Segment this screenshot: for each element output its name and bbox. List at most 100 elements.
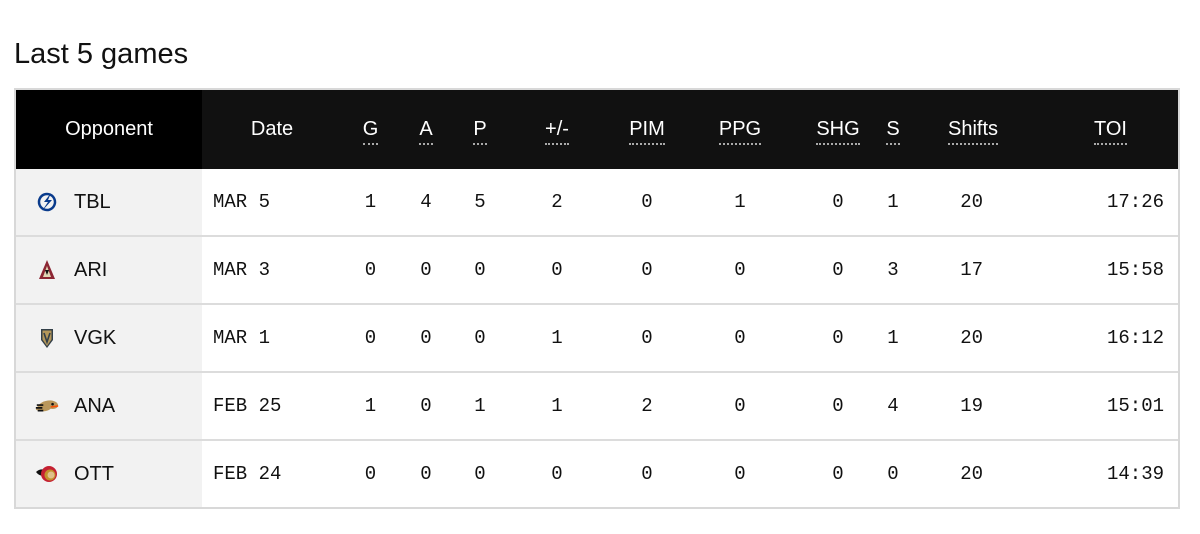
col-opponent: Opponent <box>16 90 202 169</box>
pim-value: 0 <box>607 235 687 304</box>
col-shifts[interactable]: Shifts <box>903 90 1043 169</box>
col-goals-label: G <box>362 118 379 145</box>
shg-value: 0 <box>793 303 883 372</box>
col-assists-label: A <box>419 118 433 145</box>
pim-value: 2 <box>607 371 687 440</box>
team-abbr: ANA <box>74 394 116 417</box>
opponent-cell: ANA <box>16 371 202 440</box>
col-plus-minus-label: +/- <box>545 118 569 145</box>
opponent-cell: OTT <box>16 439 202 507</box>
points-value: 0 <box>453 235 507 304</box>
shifts-value: 20 <box>903 439 1043 507</box>
col-shots-label: S <box>886 118 900 145</box>
col-points-label: P <box>473 118 487 145</box>
team-abbr: VGK <box>74 326 117 349</box>
senators-logo-icon <box>34 461 60 487</box>
game-date: FEB 25 <box>202 371 342 440</box>
opponent-cell: TBL <box>16 169 202 236</box>
table-row: VGK MAR 1 0 0 0 1 0 0 0 1 20 16:12 <box>16 303 1178 372</box>
toi-value: 15:58 <box>1043 235 1178 304</box>
team-abbr: OTT <box>74 462 114 485</box>
team-abbr: TBL <box>74 190 111 213</box>
col-ppg[interactable]: PPG <box>687 90 793 169</box>
game-date: MAR 1 <box>202 303 342 372</box>
section-title: Last 5 games <box>14 38 189 70</box>
assists-value: 0 <box>399 439 453 507</box>
col-assists[interactable]: A <box>399 90 453 169</box>
header-row: Opponent Date G A P +/- PIM PPG SHG S Sh… <box>16 90 1178 169</box>
col-plus-minus[interactable]: +/- <box>507 90 607 169</box>
table-row: ANA FEB 25 1 0 1 1 2 0 0 4 19 15:01 <box>16 371 1178 440</box>
plus-minus-value: 2 <box>551 191 563 213</box>
plus-minus-value: 1 <box>507 371 607 440</box>
golden-knights-logo-icon <box>34 325 60 351</box>
points-value: 5 <box>474 191 486 213</box>
col-pim[interactable]: PIM <box>607 90 687 169</box>
game-date: MAR 5 <box>213 191 271 213</box>
col-goals[interactable]: G <box>342 90 399 169</box>
goals-value: 0 <box>342 439 399 507</box>
shifts-value: 20 <box>903 303 1043 372</box>
col-shg[interactable]: SHG <box>793 90 883 169</box>
plus-minus-value: 0 <box>507 235 607 304</box>
lightning-logo-icon <box>34 189 60 215</box>
shg-value: 0 <box>793 439 883 507</box>
ppg-value: 0 <box>687 235 793 304</box>
table-row: TBL MAR 5 1 4 5 2 0 1 0 1 20 17:26 <box>16 169 1178 236</box>
pim-value: 0 <box>607 439 687 507</box>
toi-value: 14:39 <box>1043 439 1178 507</box>
game-date: MAR 3 <box>202 235 342 304</box>
shots-value: 1 <box>883 303 903 372</box>
shots-value: 1 <box>887 191 899 213</box>
toi-value: 16:12 <box>1043 303 1178 372</box>
assists-value: 0 <box>399 303 453 372</box>
shifts-value: 19 <box>903 371 1043 440</box>
pim-value: 0 <box>607 303 687 372</box>
shg-value: 0 <box>793 235 883 304</box>
assists-value: 0 <box>399 371 453 440</box>
goals-value: 1 <box>342 371 399 440</box>
game-date: FEB 24 <box>202 439 342 507</box>
plus-minus-value: 1 <box>507 303 607 372</box>
assists-value: 0 <box>399 235 453 304</box>
ppg-value: 1 <box>734 191 746 213</box>
points-value: 0 <box>453 303 507 372</box>
points-value: 0 <box>453 439 507 507</box>
shots-value: 3 <box>883 235 903 304</box>
shg-value: 0 <box>832 191 844 213</box>
col-toi[interactable]: TOI <box>1043 90 1178 169</box>
col-pim-label: PIM <box>629 118 665 145</box>
last-games-table: Opponent Date G A P +/- PIM PPG SHG S Sh… <box>14 88 1180 509</box>
ppg-value: 0 <box>687 439 793 507</box>
ducks-logo-icon <box>34 393 60 419</box>
goals-value: 0 <box>342 235 399 304</box>
goals-value: 0 <box>342 303 399 372</box>
col-ppg-label: PPG <box>718 118 762 145</box>
ppg-value: 0 <box>687 303 793 372</box>
opponent-cell: ARI <box>16 235 202 304</box>
assists-value: 4 <box>420 191 432 213</box>
col-shifts-label: Shifts <box>947 118 999 145</box>
toi-value: 17:26 <box>1106 191 1164 213</box>
pim-value: 0 <box>641 191 653 213</box>
shg-value: 0 <box>793 371 883 440</box>
goals-value: 1 <box>364 191 377 213</box>
col-shots[interactable]: S <box>883 90 903 169</box>
shifts-value: 20 <box>960 191 983 213</box>
points-value: 1 <box>453 371 507 440</box>
opponent-cell: VGK <box>16 303 202 372</box>
shifts-value: 17 <box>903 235 1043 304</box>
col-shg-label: SHG <box>816 118 860 145</box>
col-toi-label: TOI <box>1094 118 1127 145</box>
shots-value: 4 <box>883 371 903 440</box>
plus-minus-value: 0 <box>507 439 607 507</box>
col-date: Date <box>202 90 342 169</box>
table-row: ARI MAR 3 0 0 0 0 0 0 0 3 17 15:58 <box>16 235 1178 304</box>
coyotes-logo-icon <box>34 257 60 283</box>
col-points[interactable]: P <box>453 90 507 169</box>
team-abbr: ARI <box>74 258 108 281</box>
ppg-value: 0 <box>687 371 793 440</box>
shots-value: 0 <box>883 439 903 507</box>
toi-value: 15:01 <box>1043 371 1178 440</box>
table-row: OTT FEB 24 0 0 0 0 0 0 0 0 20 14:39 <box>16 439 1178 507</box>
